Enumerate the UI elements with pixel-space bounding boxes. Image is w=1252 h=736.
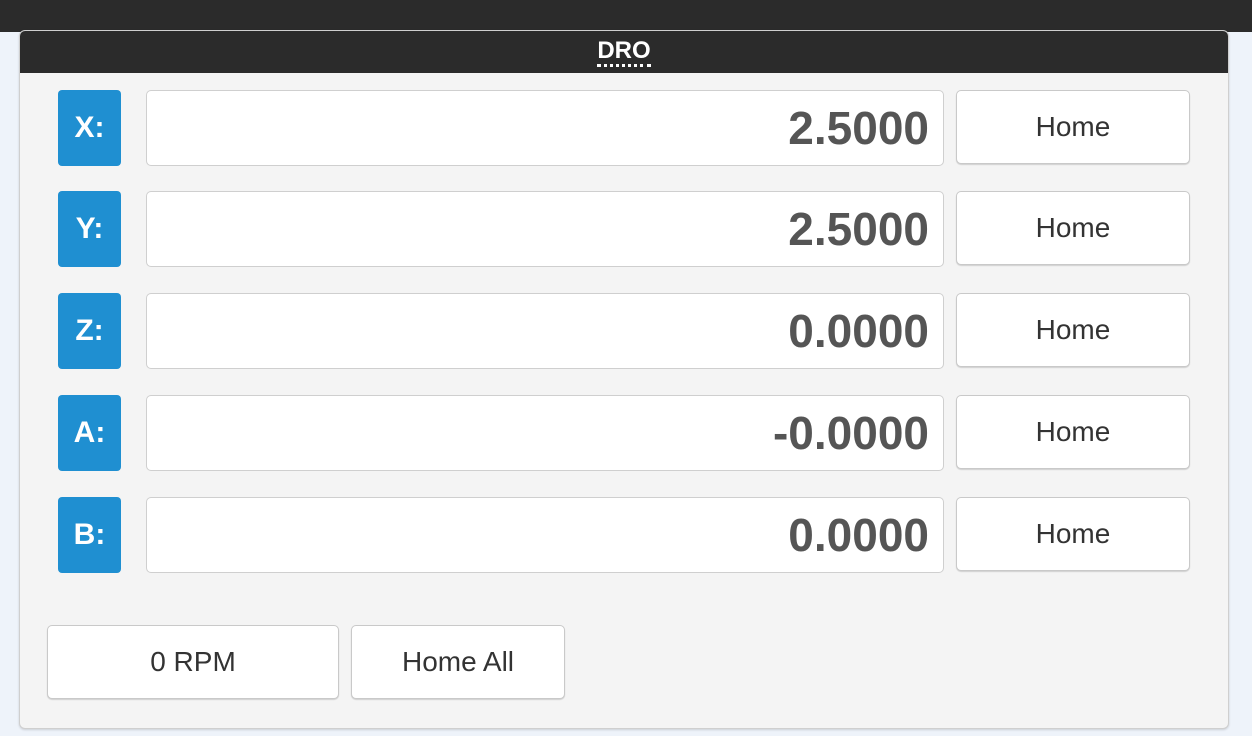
home-b-button[interactable]: Home <box>956 497 1190 571</box>
axis-value-z[interactable]: 0.0000 <box>146 293 944 369</box>
home-all-button[interactable]: Home All <box>351 625 565 699</box>
home-z-button[interactable]: Home <box>956 293 1190 367</box>
axis-value-y[interactable]: 2.5000 <box>146 191 944 267</box>
home-x-button[interactable]: Home <box>956 90 1190 164</box>
axis-label-y: Y: <box>58 191 121 267</box>
axis-value-a[interactable]: -0.0000 <box>146 395 944 471</box>
axis-label-b: B: <box>58 497 121 573</box>
axis-value-x[interactable]: 2.5000 <box>146 90 944 166</box>
axis-label-z: Z: <box>58 293 121 369</box>
home-a-button[interactable]: Home <box>956 395 1190 469</box>
home-y-button[interactable]: Home <box>956 191 1190 265</box>
panel-header: DRO <box>20 31 1228 73</box>
axis-label-x: X: <box>58 90 121 166</box>
panel-title[interactable]: DRO <box>597 39 651 67</box>
axis-row-y: Y: 2.5000 Home <box>20 191 1228 267</box>
axis-label-a: A: <box>58 395 121 471</box>
axis-row-a: A: -0.0000 Home <box>20 395 1228 471</box>
axis-row-z: Z: 0.0000 Home <box>20 293 1228 369</box>
axis-row-x: X: 2.5000 Home <box>20 90 1228 166</box>
axis-value-b[interactable]: 0.0000 <box>146 497 944 573</box>
rpm-button[interactable]: 0 RPM <box>47 625 339 699</box>
axis-row-b: B: 0.0000 Home <box>20 497 1228 573</box>
top-bar <box>0 0 1252 32</box>
dro-panel: DRO X: 2.5000 Home Y: 2.5000 Home Z: 0.0… <box>19 30 1229 729</box>
